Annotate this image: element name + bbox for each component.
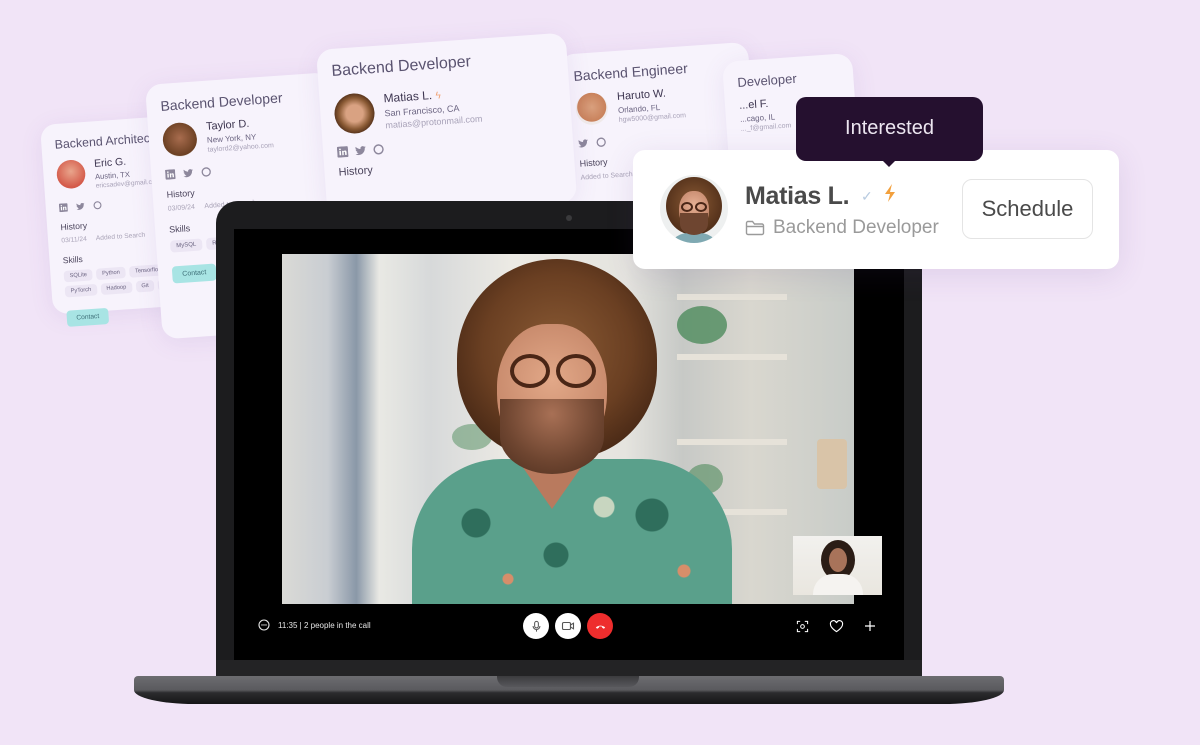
avatar-beard [680, 213, 708, 235]
avatar-glasses [681, 202, 693, 212]
call-status: 11:35 | 2 people in the call [258, 619, 371, 631]
webcam-dot [566, 215, 572, 221]
contact-button[interactable]: Contact [66, 307, 110, 327]
linkedin-icon[interactable] [336, 146, 349, 158]
card-role: Backend Developer [330, 53, 472, 80]
github-icon[interactable] [373, 144, 384, 155]
skills-label: Skills [62, 254, 84, 266]
featured-role-text: Backend Developer [773, 217, 939, 238]
history-date: 03/11/24 [61, 236, 88, 245]
camera-button[interactable] [555, 613, 581, 639]
avatar [574, 91, 609, 126]
history-label: History [338, 164, 374, 179]
avatar-glasses [695, 202, 707, 212]
glasses [510, 354, 550, 388]
twitter-icon[interactable] [183, 168, 194, 179]
skill-chip: Hadoop [100, 281, 133, 296]
shelf [677, 439, 787, 445]
linkedin-icon[interactable] [58, 203, 69, 213]
heart-icon [829, 619, 843, 632]
avatar [161, 121, 199, 158]
check-icon: ✓ [861, 188, 873, 204]
like-button[interactable] [828, 618, 844, 634]
featured-candidate-role: Backend Developer [745, 217, 939, 239]
twitter-icon[interactable] [578, 138, 589, 149]
candidate-name: Taylor D. [205, 117, 250, 133]
contact-button[interactable]: Contact [171, 263, 217, 284]
glasses [556, 354, 596, 388]
plus-icon [865, 621, 875, 631]
linkedin-icon[interactable] [165, 169, 176, 180]
twitter-icon[interactable] [76, 202, 86, 212]
avatar [55, 159, 87, 190]
self-video-thumbnail[interactable] [793, 536, 882, 595]
github-icon[interactable] [596, 137, 607, 148]
skill-chip: SQLite [63, 268, 94, 283]
person-shirt [412, 459, 732, 604]
history-event: Added to Search [580, 171, 633, 182]
schedule-button[interactable]: Schedule [962, 179, 1093, 239]
lamp [817, 439, 847, 489]
chat-bubble-icon[interactable] [258, 619, 270, 631]
card-role: Backend Developer [159, 89, 283, 114]
tooltip-text: Interested [845, 116, 934, 139]
person-beard [500, 399, 604, 474]
history-entry: 03/11/24 Added to Search [61, 230, 168, 244]
github-icon[interactable] [201, 167, 212, 178]
github-icon[interactable] [93, 201, 103, 211]
card-role: Backend Architect [54, 130, 154, 152]
card-role: Developer [736, 70, 798, 90]
end-call-button[interactable] [587, 613, 613, 639]
interested-tooltip: Interested [796, 97, 983, 167]
card-role: Backend Engineer [572, 60, 689, 84]
featured-candidate-card[interactable]: Matias L. ✓ Backend Developer Schedule [633, 150, 1119, 269]
self-face [829, 548, 847, 572]
avatar [333, 92, 376, 135]
video-camera-icon [561, 621, 575, 631]
plant [677, 306, 727, 344]
history-date: 03/09/24 [167, 203, 196, 213]
call-status-text: 11:35 | 2 people in the call [278, 620, 371, 630]
main-video-feed [282, 254, 854, 604]
twitter-icon[interactable] [355, 145, 366, 156]
shelf [677, 354, 787, 360]
phone-hangup-icon [595, 625, 605, 629]
featured-candidate-name: Matias L. [745, 182, 850, 210]
history-label: History [60, 220, 88, 233]
folder-icon [745, 220, 765, 236]
microphone-icon [532, 620, 540, 632]
self-body [813, 574, 863, 595]
skill-chip: Git [135, 279, 155, 293]
history-event: Added to Search [95, 231, 146, 243]
shelf [677, 294, 787, 300]
lightning-icon [882, 183, 898, 203]
skill-chip: MySQL [169, 238, 203, 253]
laptop-notch [497, 676, 639, 687]
candidate-name-text: Matias L. [383, 88, 433, 106]
focus-scan-button[interactable] [794, 618, 810, 634]
lightning-icon: ϟ [435, 90, 442, 102]
add-button[interactable] [862, 618, 878, 634]
candidate-name: Haruto W. [616, 87, 667, 103]
skill-chip: PyTorch [64, 283, 98, 298]
skill-chip: Python [96, 266, 126, 281]
candidate-card-matias[interactable]: Backend Developer Matias L. ϟ San Franci… [316, 32, 578, 220]
focus-scan-icon [796, 620, 808, 632]
featured-avatar [660, 175, 728, 243]
microphone-button[interactable] [523, 613, 549, 639]
